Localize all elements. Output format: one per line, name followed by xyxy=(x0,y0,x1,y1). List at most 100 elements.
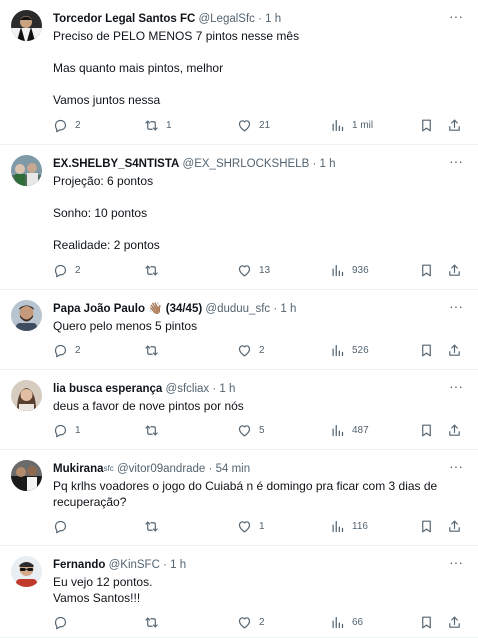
tweet[interactable]: EX.SHELBY_S4NTISTA @EX_SHRLOCKSHELB · 1 … xyxy=(0,145,478,290)
reply-count: 2 xyxy=(75,264,81,276)
more-icon[interactable]: ··· xyxy=(446,459,466,477)
bookmark-button[interactable] xyxy=(419,421,434,439)
tweet-text: Eu vejo 12 pontos. Vamos Santos!!! xyxy=(53,574,448,606)
handle[interactable]: @EX_SHRLOCKSHELB xyxy=(183,158,310,170)
tweet-text-line: Realidade: 2 pontos xyxy=(53,238,160,252)
heart-icon xyxy=(237,519,252,534)
tweet-text-line xyxy=(53,189,448,205)
display-name[interactable]: Mukirana xyxy=(53,463,104,475)
views-icon xyxy=(330,343,345,358)
retweet-button[interactable] xyxy=(144,613,166,631)
bookmark-button[interactable] xyxy=(419,261,434,279)
reply-button[interactable]: 2 xyxy=(53,341,81,359)
handle[interactable]: @duduu_sfc xyxy=(205,303,270,315)
avatar[interactable] xyxy=(11,556,42,587)
tweet-text: Preciso de PELO MENOS 7 pintos nesse mês… xyxy=(53,28,448,108)
tweet[interactable]: lia busca esperança @sfcliax · 1 h ··· d… xyxy=(0,370,478,450)
reply-button[interactable] xyxy=(53,517,75,535)
tweet-header: EX.SHELBY_S4NTISTA @EX_SHRLOCKSHELB · 1 … xyxy=(53,156,438,172)
display-name[interactable]: Torcedor Legal Santos FC xyxy=(53,13,195,25)
reply-button[interactable]: 2 xyxy=(53,116,81,134)
views-button[interactable]: 116 xyxy=(330,517,368,535)
share-button[interactable] xyxy=(447,261,462,279)
display-name[interactable]: EX.SHELBY_S4NTISTA xyxy=(53,158,179,170)
display-name[interactable]: Fernando xyxy=(53,559,105,571)
bookmark-icon xyxy=(419,343,434,358)
reply-button[interactable] xyxy=(53,613,75,631)
tweet-header: Papa João Paulo 👋🏽 (34/45) @duduu_sfc · … xyxy=(53,301,438,317)
bookmark-button[interactable] xyxy=(419,116,434,134)
bookmark-button[interactable] xyxy=(419,517,434,535)
timestamp[interactable]: 1 h xyxy=(219,383,235,395)
like-button[interactable]: 21 xyxy=(237,116,270,134)
more-icon[interactable]: ··· xyxy=(446,9,466,27)
action-bar: 1 116 xyxy=(53,517,466,535)
retweet-button[interactable] xyxy=(144,261,166,279)
heart-icon xyxy=(237,615,252,630)
reply-button[interactable]: 1 xyxy=(53,421,81,439)
share-button[interactable] xyxy=(447,116,462,134)
retweet-button[interactable] xyxy=(144,421,166,439)
timestamp[interactable]: 1 h xyxy=(320,158,336,170)
reply-button[interactable]: 2 xyxy=(53,261,81,279)
like-button[interactable]: 2 xyxy=(237,341,265,359)
timestamp[interactable]: 54 min xyxy=(216,463,251,475)
action-bar: 1 5 487 xyxy=(53,421,466,439)
view-count: 66 xyxy=(352,616,364,628)
more-icon[interactable]: ··· xyxy=(446,379,466,397)
tweet[interactable]: Papa João Paulo 👋🏽 (34/45) @duduu_sfc · … xyxy=(0,290,478,370)
reply-count: 2 xyxy=(75,119,81,131)
views-button[interactable]: 487 xyxy=(330,421,369,439)
tweet[interactable]: Mukiranasfc @vitor09andrade · 54 min ···… xyxy=(0,450,478,546)
like-button[interactable]: 5 xyxy=(237,421,265,439)
views-button[interactable]: 1 mil xyxy=(330,116,373,134)
avatar[interactable] xyxy=(11,460,42,491)
handle[interactable]: @vitor09andrade xyxy=(117,463,205,475)
handle[interactable]: @LegalSfc xyxy=(198,13,254,25)
retweet-button[interactable] xyxy=(144,341,166,359)
tweet[interactable]: Fernando @KinSFC · 1 h ··· Eu vejo 12 po… xyxy=(0,546,478,638)
action-bar: 2 1 21 1 mil xyxy=(53,116,466,134)
avatar[interactable] xyxy=(11,380,42,411)
tweet[interactable]: Torcedor Legal Santos FC @LegalSfc · 1 h… xyxy=(0,0,478,145)
tweet-header: Mukiranasfc @vitor09andrade · 54 min xyxy=(53,461,438,477)
share-icon xyxy=(447,615,462,630)
more-icon[interactable]: ··· xyxy=(446,154,466,172)
tweet-text-line: Vamos Santos!!! xyxy=(53,591,141,605)
tweet-text-line xyxy=(53,44,448,60)
avatar[interactable] xyxy=(11,155,42,186)
handle[interactable]: @sfcliax xyxy=(166,383,210,395)
share-button[interactable] xyxy=(447,613,462,631)
timestamp[interactable]: 1 h xyxy=(265,13,281,25)
bookmark-button[interactable] xyxy=(419,341,434,359)
share-button[interactable] xyxy=(447,421,462,439)
views-icon xyxy=(330,118,345,133)
avatar[interactable] xyxy=(11,10,42,41)
like-count: 5 xyxy=(259,424,265,436)
share-button[interactable] xyxy=(447,517,462,535)
retweet-icon xyxy=(144,343,159,358)
like-button[interactable]: 1 xyxy=(237,517,265,535)
timestamp[interactable]: 1 h xyxy=(170,559,186,571)
avatar[interactable] xyxy=(11,300,42,331)
retweet-button[interactable]: 1 xyxy=(144,116,172,134)
share-button[interactable] xyxy=(447,341,462,359)
retweet-icon xyxy=(144,615,159,630)
display-name[interactable]: Papa João Paulo 👋🏽 (34/45) xyxy=(53,303,202,315)
like-count: 13 xyxy=(259,264,271,276)
timestamp[interactable]: 1 h xyxy=(280,303,296,315)
retweet-button[interactable] xyxy=(144,517,166,535)
display-name[interactable]: lia busca esperança xyxy=(53,383,162,395)
tweet-text-line: Pq krlhs voadores o jogo do Cuiabá n é d… xyxy=(53,479,438,493)
like-button[interactable]: 13 xyxy=(237,261,270,279)
bookmark-button[interactable] xyxy=(419,613,434,631)
action-bar: 2 66 xyxy=(53,613,466,631)
views-button[interactable]: 526 xyxy=(330,341,369,359)
like-button[interactable]: 2 xyxy=(237,613,265,631)
more-icon[interactable]: ··· xyxy=(446,555,466,573)
handle[interactable]: @KinSFC xyxy=(109,559,160,571)
views-button[interactable]: 66 xyxy=(330,613,363,631)
views-button[interactable]: 936 xyxy=(330,261,369,279)
more-icon[interactable]: ··· xyxy=(446,299,466,317)
reply-icon xyxy=(53,615,68,630)
